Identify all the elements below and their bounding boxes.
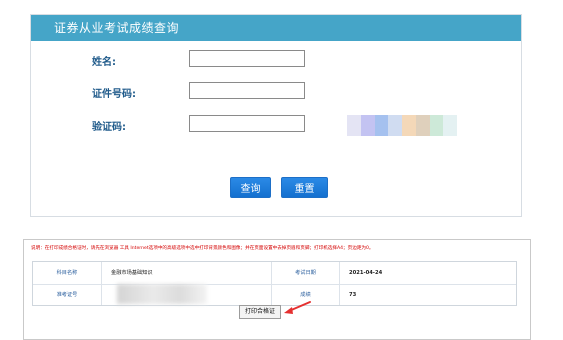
name-label: 姓名:: [92, 57, 116, 68]
row-divider: [33, 284, 516, 285]
id-number-row: 证件号码:: [31, 82, 521, 102]
name-input[interactable]: [189, 50, 305, 67]
print-certificate-button[interactable]: 打印合格证: [239, 305, 281, 319]
captcha-block: [360, 115, 375, 136]
subject-value: 金融市场基础知识: [111, 270, 153, 276]
id-number-label: 证件号码:: [92, 89, 136, 100]
subject-label: 科目名称: [56, 270, 78, 276]
captcha-label: 验证码:: [92, 122, 126, 133]
id-number-input[interactable]: [189, 82, 305, 99]
admission-number-label: 准考证号: [56, 292, 78, 298]
score-value: 73: [349, 292, 357, 298]
reset-button[interactable]: 重置: [281, 177, 328, 198]
captcha-block: [415, 115, 430, 136]
captcha-block: [443, 115, 457, 136]
name-row: 姓名:: [31, 50, 521, 70]
exam-date-label: 考试日期: [295, 270, 316, 276]
captcha-image[interactable]: [347, 115, 457, 136]
score-result-panel: 说明：在打印成绩合格证时，请先在浏览器 工具 Internet选项中的高级选项中…: [23, 239, 531, 340]
result-table: 科目名称 金融市场基础知识 考试日期 2021-04-24 准考证号 成绩 73: [32, 261, 517, 306]
captcha-input[interactable]: [189, 115, 305, 132]
captcha-block: [429, 115, 444, 136]
captcha-block: [347, 115, 361, 136]
admission-number-value: [117, 284, 207, 304]
col-divider: [101, 262, 102, 305]
captcha-block: [402, 115, 416, 136]
col-divider: [339, 262, 340, 305]
captcha-block: [388, 115, 402, 136]
print-instructions: 说明：在打印成绩合格证时，请先在浏览器 工具 Internet选项中的高级选项中…: [31, 246, 374, 251]
score-query-panel: 证券从业考试成绩查询 姓名: 证件号码: 验证码: 查询 重置: [30, 14, 522, 217]
captcha-row: 验证码:: [31, 115, 521, 136]
captcha-block: [374, 115, 389, 136]
exam-date-value: 2021-04-24: [349, 270, 383, 276]
panel-title: 证券从业考试成绩查询: [31, 15, 521, 41]
red-arrow-icon: [284, 301, 311, 314]
submit-query-button[interactable]: 查询: [230, 177, 271, 198]
